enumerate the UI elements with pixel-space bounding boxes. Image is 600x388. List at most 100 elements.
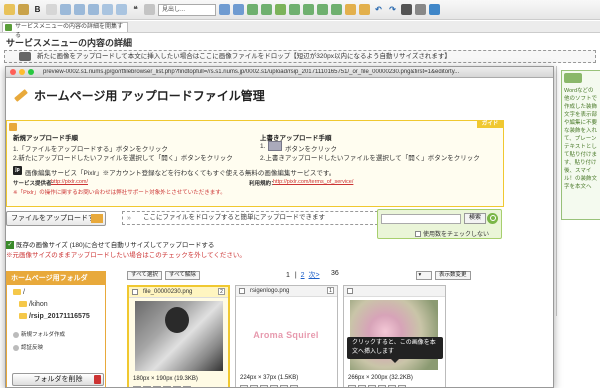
insert-table-icon[interactable] (46, 4, 57, 15)
pixlr-disclaimer: ※「Pixlr」の操作に関するお問い合わせは弊社サポート対象外とさせていただきま… (13, 190, 226, 196)
pixlr-icon: jp (13, 166, 22, 175)
hand-icon (19, 52, 31, 61)
upload-file-button[interactable]: ファイルをアップロードする (6, 211, 106, 226)
file-meta: 224px × 37px (1.5KB) (240, 375, 299, 381)
search-box: 検索 使用数をチェックしない (377, 209, 502, 239)
deselect-all-button[interactable]: すべて解除 (165, 271, 200, 280)
bold-icon[interactable]: B (32, 4, 43, 15)
paste-icon[interactable] (4, 4, 15, 15)
file-select-checkbox[interactable] (132, 289, 138, 295)
file-manager-window: preview-0002.s1.riums.jp/go/rtfilebrowse… (5, 66, 554, 388)
pixlr-site-label: サービス提供者: (13, 181, 54, 187)
close-window-icon[interactable] (10, 69, 16, 75)
new-folder-button[interactable]: 新規フォルダ作成 (13, 330, 65, 338)
chart-icon[interactable] (303, 4, 314, 15)
file-thumbnail[interactable]: Aroma Squirel (242, 300, 330, 370)
image-icon[interactable] (247, 4, 258, 15)
file-thumbnail[interactable] (135, 301, 223, 371)
window-url: preview-0002.s1.riums.jp/go/rtfilebrowse… (43, 69, 460, 75)
insert-table2-icon[interactable] (289, 4, 300, 15)
hand-icon (564, 73, 582, 83)
text-color-icon[interactable] (359, 4, 370, 15)
folder-item-kihon[interactable]: /kihon (19, 301, 48, 308)
folder-panel-heading: ホームページ用フォルダ (7, 272, 105, 285)
page-title: サービスメニューの内容の詳細 (6, 38, 133, 48)
color-icon[interactable] (345, 4, 356, 15)
display-count-button[interactable]: 表示数変更 (435, 271, 471, 280)
edit-icon (9, 123, 17, 131)
window-titlebar: preview-0002.s1.riums.jp/go/rtfilebrowse… (6, 67, 553, 78)
source-icon[interactable] (401, 4, 412, 15)
align-left-icon[interactable] (60, 4, 71, 15)
file-card[interactable]: file_00000230.png 2 180px × 190px (19.3K… (127, 285, 230, 387)
display-count-select[interactable]: ▾ (416, 271, 432, 280)
new-folder-label: 新規フォルダ作成 (21, 332, 66, 338)
bullet-list-icon[interactable] (102, 4, 113, 15)
chevron-right-icon: » (127, 215, 131, 222)
editor-drop-zone[interactable]: 新たに画像をアップロードして本文に挿入したい場合はここに画像ファイルをドロップ【… (4, 50, 596, 63)
document-tab[interactable]: サービスメニューの内容の詳細を開集する (2, 22, 128, 39)
new-upload-step2: 2.新たにアップロードしたいファイルを選択して「開く」ボタンをクリック (13, 155, 233, 162)
delete-folder-button[interactable]: フォルダを削除 (12, 373, 104, 386)
auto-resize-option[interactable]: ✓ 既存の画像サイズ (180)に合せて自動リサイズしてアップロードする (6, 239, 215, 250)
folder-label: /rsip_20171116575 (29, 313, 90, 320)
pager: 1 | 2 次> (286, 272, 320, 279)
select-all-button[interactable]: すべて選択 (127, 271, 162, 280)
grid-icon[interactable] (317, 4, 328, 15)
numbered-list-icon[interactable] (116, 4, 127, 15)
fullscreen-icon[interactable] (415, 4, 426, 15)
help-icon[interactable] (429, 4, 440, 15)
undo-icon[interactable]: ↶ (373, 4, 384, 15)
refresh-icon (13, 344, 19, 351)
refresh-button[interactable]: 認証反映 (13, 343, 43, 351)
guide-box: ガイド 新規アップロード手順 1.「ファイルをアップロードする」ボタンをクリック… (6, 120, 504, 207)
folder-item-root[interactable]: / (13, 289, 25, 296)
plus-icon (13, 331, 19, 338)
align-right-icon[interactable] (88, 4, 99, 15)
file-select-checkbox[interactable] (239, 288, 245, 294)
unlink-icon[interactable] (233, 4, 244, 15)
editor-drop-instructions: 新たに画像をアップロードして本文に挿入したい場合はここに画像ファイルをドロップ【… (37, 53, 451, 60)
usage-count-badge: 2 (218, 288, 225, 295)
file-meta: 266px × 200px (32.2KB) (348, 375, 413, 381)
search-icon[interactable] (487, 213, 498, 224)
pixlr-terms-link[interactable]: http://pixlr.com/terms_of_service/ (273, 179, 353, 185)
minimize-window-icon[interactable] (19, 69, 25, 75)
right-help-panel: Wordなどの他のソフトで作成した装飾文字を表示部や編集に不要な装飾を入れて、プ… (556, 66, 600, 316)
document-tab-strip: サービスメニューの内容の詳細を開集する (0, 21, 600, 39)
upload-file-label: ファイルをアップロードする (11, 215, 102, 222)
upload-drop-zone[interactable]: » ここにファイルをドロップすると簡単にアップロードできます (122, 211, 378, 225)
guide-tag: ガイド (477, 120, 503, 128)
pager-next[interactable]: 次> (309, 272, 320, 279)
photo-thumbnail (135, 301, 223, 371)
zoom-window-icon[interactable] (28, 69, 34, 75)
auto-resize-label: 既存の画像サイズ (180)に合せて自動リサイズしてアップロードする (16, 242, 215, 249)
indent-icon[interactable] (144, 4, 155, 15)
skip-usage-checkbox[interactable] (415, 231, 421, 238)
logo-text: Aroma Squirel (253, 330, 319, 340)
format-select[interactable]: 見出し... (158, 3, 216, 16)
skip-usage-check[interactable]: 使用数をチェックしない (415, 229, 489, 238)
search-button[interactable]: 検索 (464, 213, 486, 224)
file-name: rsigenlogo.png (250, 288, 290, 294)
logo-thumbnail: Aroma Squirel (242, 300, 330, 370)
redo-icon[interactable]: ↷ (387, 4, 398, 15)
pixlr-site-link[interactable]: http://pixlr.com/ (51, 179, 88, 185)
paste-text-icon[interactable] (18, 4, 29, 15)
align-center-icon[interactable] (74, 4, 85, 15)
file-select-checkbox[interactable] (347, 288, 353, 294)
quote-icon[interactable]: ❝ (130, 4, 141, 15)
pager-page-2[interactable]: 2 (301, 272, 305, 279)
map-icon[interactable] (275, 4, 286, 15)
search-input[interactable] (381, 214, 461, 224)
file-card[interactable]: rsigenlogo.png 1 Aroma Squirel 224px × 3… (235, 285, 338, 387)
item-count: 36 (331, 270, 339, 277)
file-card-header: file_00000230.png 2 (129, 287, 228, 298)
link-icon[interactable] (219, 4, 230, 15)
window-title: ホームページ用 アップロードファイル管理 (34, 88, 265, 103)
help-card: Wordなどの他のソフトで作成した装飾文字を表示部や編集に不要な装飾を入れて、プ… (561, 70, 600, 220)
folder-icon (19, 301, 27, 308)
grid2-icon[interactable] (331, 4, 342, 15)
video-icon[interactable] (261, 4, 272, 15)
folder-item-rsip[interactable]: /rsip_20171116575 (19, 313, 90, 320)
